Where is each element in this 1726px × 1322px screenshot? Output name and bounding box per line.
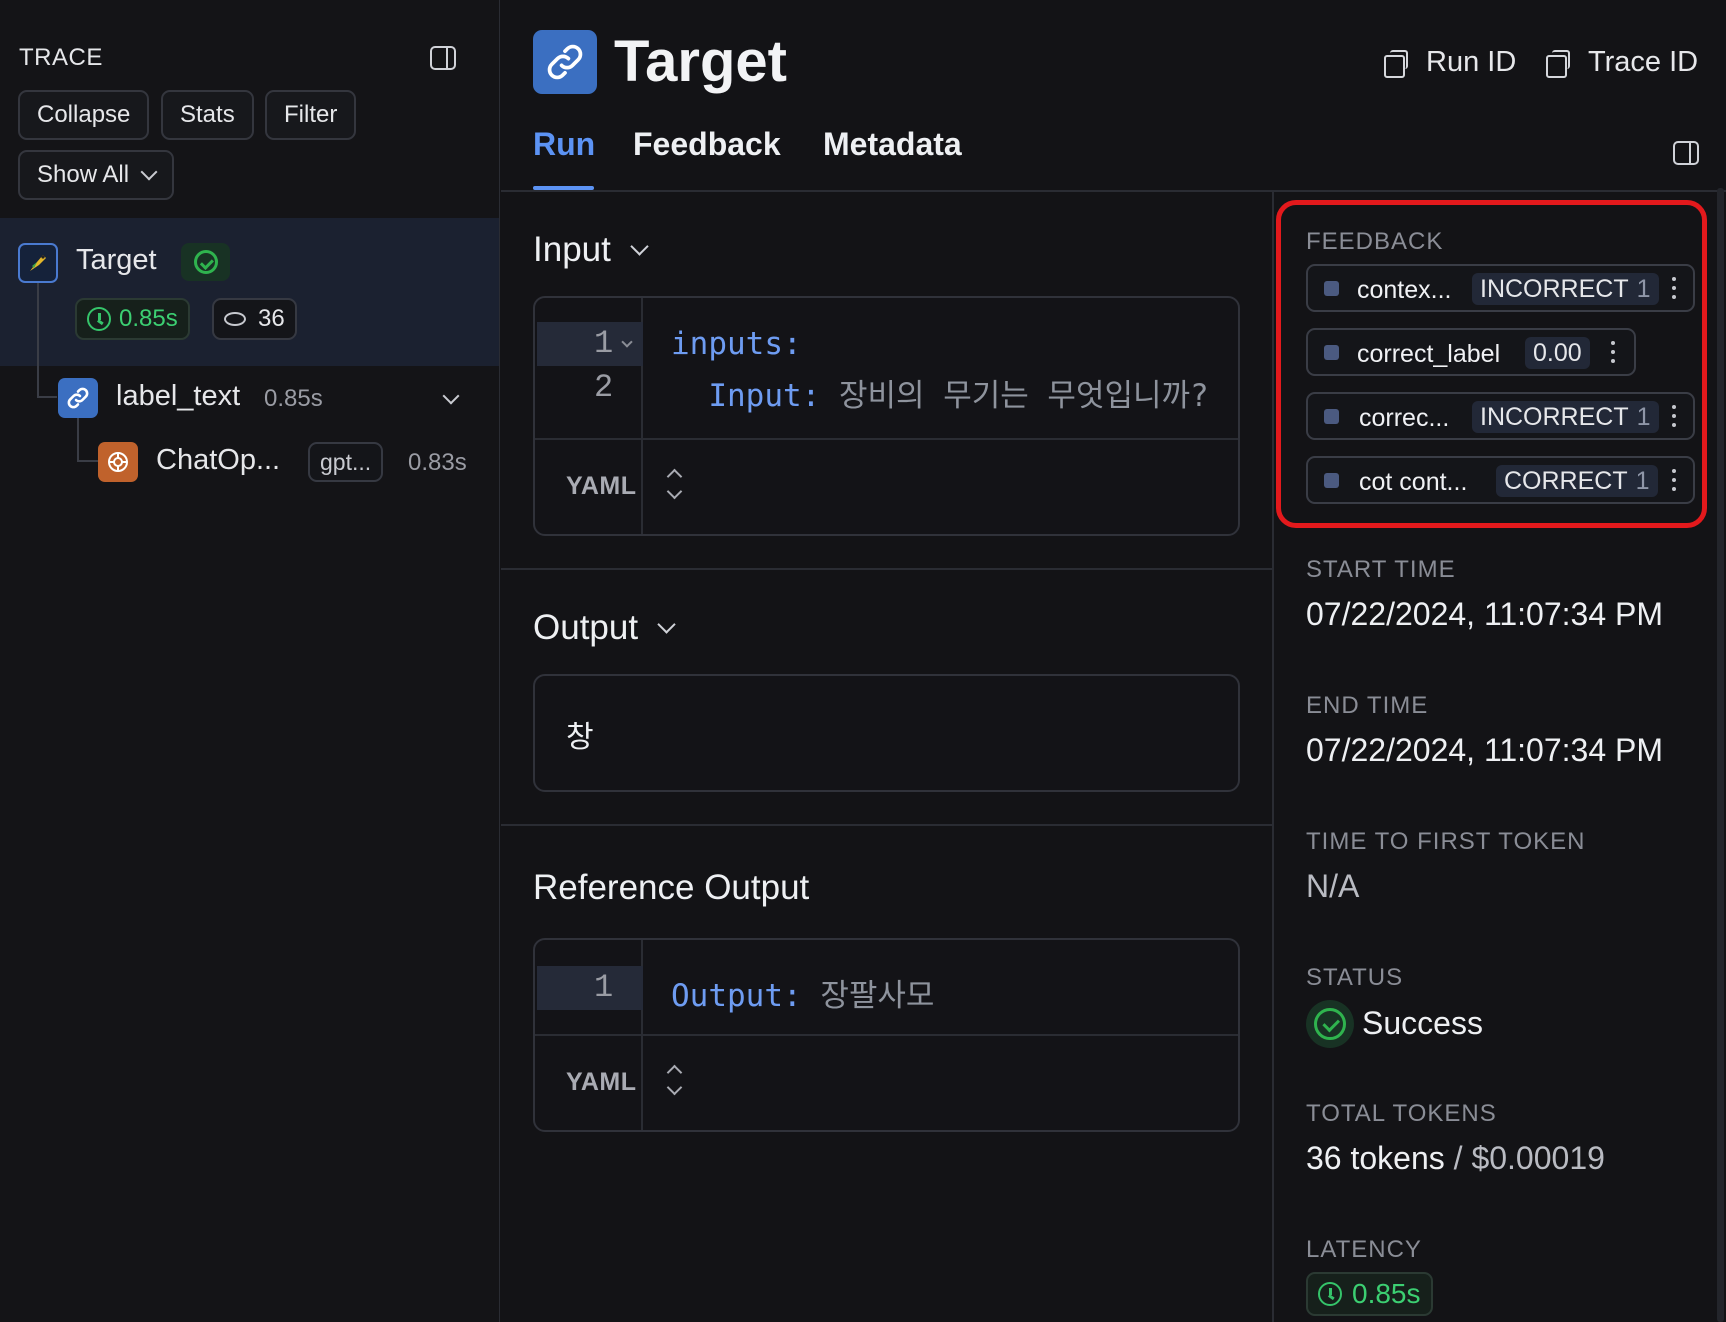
end-time-value: 07/22/2024, 11:07:34 PM [1306, 732, 1664, 768]
filter-button[interactable]: Filter [265, 90, 357, 140]
run-id-label: Run ID [1426, 46, 1517, 78]
line-number: 1 [594, 325, 614, 362]
reference-output-title: Reference Output [533, 868, 810, 907]
tab-metadata[interactable]: Metadata [823, 126, 962, 163]
tree-connector [77, 460, 99, 462]
output-title: Output [533, 608, 639, 647]
latency-value: 0.85s [119, 305, 178, 332]
divider [501, 568, 1272, 570]
ttft-value: N/A [1306, 868, 1360, 904]
coins-icon [224, 312, 246, 326]
trace-node-target[interactable] [0, 218, 499, 366]
format-selector[interactable]: YAML [535, 1034, 1238, 1130]
node-name: Target [76, 244, 157, 276]
start-time-value: 07/22/2024, 11:07:34 PM [1306, 596, 1664, 632]
output-section-toggle[interactable]: Output [533, 608, 676, 648]
latency-label: LATENCY [1306, 1236, 1422, 1263]
latency-badge: 0.85s [75, 298, 190, 340]
tab-feedback[interactable]: Feedback [633, 126, 781, 163]
copy-icon [1384, 50, 1408, 78]
token-badge: 36 [212, 298, 297, 340]
trace-title: TRACE [19, 44, 103, 71]
token-count: 36 [258, 305, 285, 332]
chevron-down-icon [630, 236, 649, 256]
feedback-highlight-box [1276, 200, 1707, 528]
status-value: Success [1362, 1005, 1483, 1041]
reference-code-editor[interactable]: 1 Output: 장팔사모 YAML [533, 938, 1240, 1132]
run-id-button[interactable]: Run ID [1384, 44, 1517, 84]
show-all-dropdown[interactable]: Show All [18, 150, 175, 200]
format-label: YAML [566, 472, 637, 500]
sidebar-scrollbar[interactable] [1717, 188, 1724, 1322]
code-line: Output: 장팔사모 [671, 978, 935, 1014]
chevron-down-icon [657, 614, 676, 634]
active-line-highlight [537, 966, 643, 1010]
link-icon [58, 378, 98, 418]
show-all-label: Show All [37, 161, 130, 188]
page-title: Target [614, 29, 787, 94]
total-tokens-label: TOTAL TOKENS [1306, 1100, 1497, 1127]
copy-icon [1546, 50, 1570, 78]
divider [501, 190, 1726, 192]
output-box: 창 [533, 674, 1240, 792]
tree-connector [77, 418, 79, 462]
model-badge: gpt... [308, 442, 384, 482]
input-code-editor[interactable]: 1 2 inputs: Input: 장비의 무기는 무엇입니까? YAML [533, 296, 1240, 536]
stats-button[interactable]: Stats [161, 90, 254, 140]
parrot-icon [18, 243, 58, 283]
chevron-down-icon [140, 163, 158, 181]
trace-id-button[interactable]: Trace ID [1546, 44, 1706, 84]
code-line: inputs: [671, 326, 802, 362]
trace-id-label: Trace ID [1588, 46, 1699, 78]
status-label: STATUS [1306, 964, 1404, 991]
node-name[interactable]: label_text [116, 380, 240, 413]
tree-connector [37, 396, 57, 398]
clock-icon [87, 307, 111, 331]
node-latency: 0.83s [408, 449, 467, 476]
format-label: YAML [566, 1068, 637, 1096]
tab-run[interactable]: Run [533, 126, 595, 163]
node-latency: 0.85s [264, 385, 323, 412]
tree-connector [37, 282, 39, 398]
format-selector[interactable]: YAML [535, 438, 1238, 534]
status-badge [181, 243, 230, 281]
ttft-label: TIME TO FIRST TOKEN [1306, 828, 1586, 855]
line-number: 2 [594, 369, 614, 406]
total-tokens-value: 36 tokens / $0.00019 [1306, 1140, 1605, 1176]
status-icon-bg [1306, 1000, 1354, 1048]
chevron-up-down-icon [667, 469, 681, 499]
link-icon [533, 30, 597, 94]
panel-toggle-icon[interactable] [430, 46, 456, 70]
node-name[interactable]: ChatOp... [156, 444, 280, 477]
latency-badge: 0.85s [1306, 1272, 1433, 1316]
chevron-up-down-icon [667, 1065, 681, 1095]
sidebar-toggle-icon[interactable] [1673, 141, 1699, 165]
clock-icon [1318, 1282, 1342, 1306]
code-line: Input: 장비의 무기는 무엇입니까? [671, 378, 1209, 414]
output-value: 창 [566, 721, 594, 754]
chevron-down-icon[interactable] [442, 387, 460, 405]
latency-value: 0.85s [1352, 1278, 1421, 1309]
start-time-label: START TIME [1306, 556, 1456, 583]
line-number: 1 [594, 969, 614, 1006]
end-time-label: END TIME [1306, 692, 1429, 719]
openai-icon [98, 442, 138, 482]
input-section-toggle[interactable]: Input [533, 230, 649, 270]
divider [1272, 190, 1274, 1322]
check-circle-icon [194, 250, 218, 274]
input-title: Input [533, 230, 611, 269]
collapse-button[interactable]: Collapse [18, 90, 150, 140]
trace-panel: TRACE Collapse Stats Filter Show All Tar… [0, 0, 500, 1322]
check-circle-icon [1314, 1008, 1346, 1040]
divider [501, 824, 1272, 826]
cost-value: $0.00019 [1471, 1140, 1605, 1176]
